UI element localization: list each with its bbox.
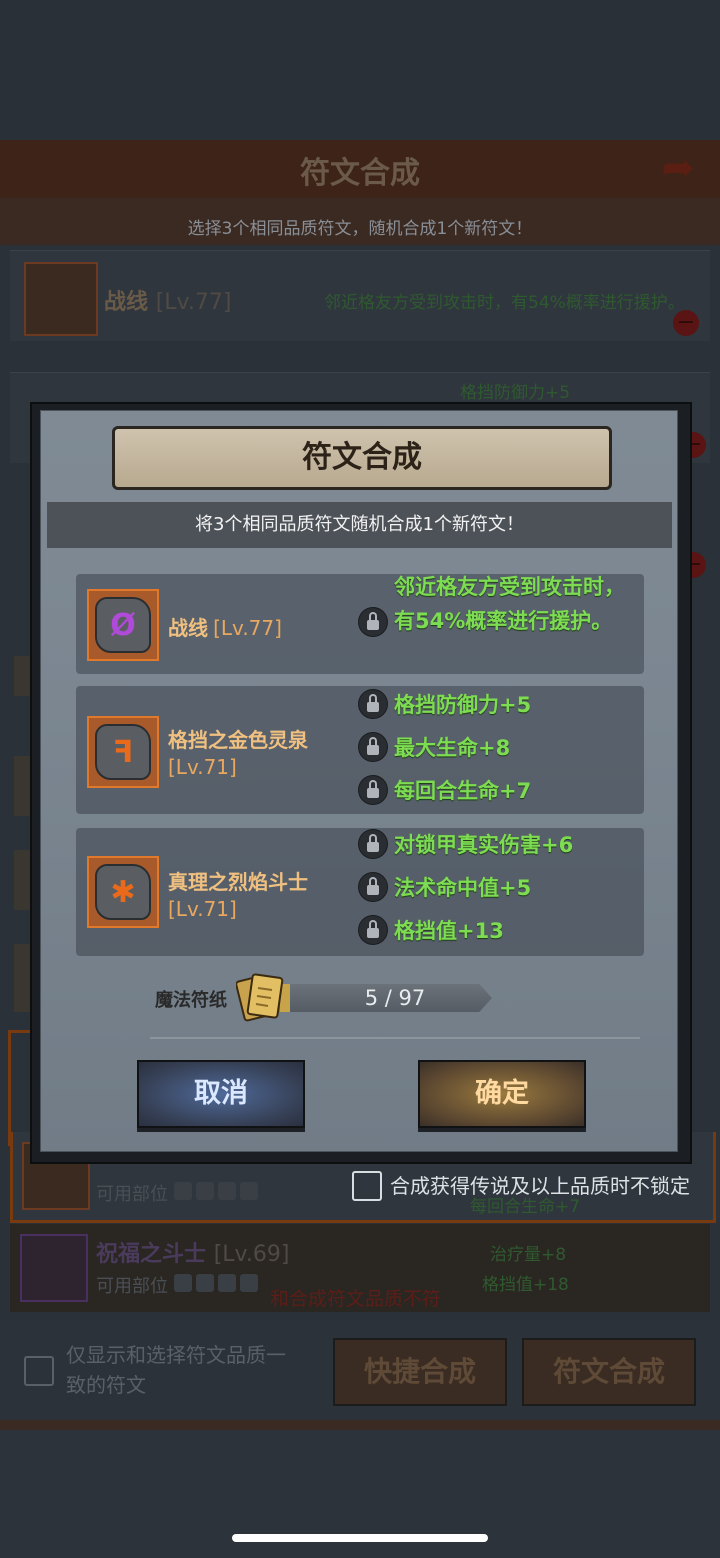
rune-effect-row: 格挡防御力+5 [358,686,531,722]
bg-rune-effect: 格挡防御力+5 [460,383,571,403]
magic-paper-count: 5 / 97 [364,986,426,1010]
magic-paper-label: 魔法符纸 [155,990,227,1011]
rune-effect: 对锁甲真实伤害+6 [394,833,574,857]
rune-compose-button[interactable]: 符文合成 [522,1338,696,1406]
rune-effect-list: 格挡防御力+5 最大生命+8 每回合生命+7 [358,686,531,808]
unlock-legendary-label: 合成获得传说及以上品质时不锁定 [390,1174,690,1198]
remove-icon[interactable]: − [673,310,699,336]
home-indicator[interactable] [232,1534,488,1542]
rune-effect-row: 每回合生命+7 [358,772,531,808]
back-arrow-icon[interactable]: ➦ [648,146,708,190]
background-title: 符文合成 [300,156,420,191]
rune-effect-row: 对锁甲真实伤害+6 [358,826,573,862]
modal-subtitle: 将3个相同品质符文随机合成1个新符文！ [47,502,672,548]
modal-divider [150,1037,640,1039]
rune-effect: 邻近格友方受到攻击时， [394,575,625,599]
unlock-legendary-checkbox[interactable] [352,1171,382,1201]
quality-mismatch-warning: 和合成符文品质不符 [270,1288,442,1310]
rune-effect-list: 对锁甲真实伤害+6 法术命中值+5 格挡值+13 [358,826,573,948]
cancel-button[interactable]: 取消 [137,1060,305,1128]
background-subtitle: 选择3个相同品质符文，随机合成1个新符文！ [187,219,533,239]
rune-effect-row: 法术命中值+5 [358,869,573,905]
rune-level: [Lv.71] [168,897,237,921]
rune-stone-icon: Ø [95,597,151,653]
modal-title: 符文合成 [112,426,612,490]
rune-slot-icon [20,1234,88,1302]
rune-title: 战线 [Lv.77] [168,612,282,641]
magic-paper-icon [236,973,284,1022]
rune-stone-icon: ✱ [95,864,151,920]
rune-level: [Lv.77] [213,616,282,640]
bg-rune-effect: 格挡值+18 [482,1275,569,1295]
rune-effect: 格挡防御力+5 [394,693,532,717]
rune-slot: Ø [87,589,159,661]
rune-name: 格挡之金色灵泉 [168,728,308,752]
available-slots: 可用部位 [96,1180,262,1206]
lock-icon[interactable] [358,607,388,637]
lock-icon[interactable] [358,775,388,805]
rune-title: 格挡之金色灵泉 [Lv.71] [168,724,348,779]
lock-icon[interactable] [358,829,388,859]
rune-effect: 有54%概率进行援护。 [394,609,613,633]
rune-effect: 最大生命+8 [394,736,511,760]
lock-icon[interactable] [358,872,388,902]
rune-effect: 每回合生命+7 [394,779,532,803]
lock-icon[interactable] [358,915,388,945]
rune-title: 真理之烈焰斗士 [Lv.71] [168,866,348,921]
bg-rune-name: 祝福之斗士 [Lv.69] [96,1242,290,1267]
lock-icon[interactable] [358,732,388,762]
available-slots: 可用部位 [96,1272,262,1298]
rune-stone-icon: ꟻ [95,724,151,780]
rune-effect-row: 格挡值+13 [358,912,573,948]
rune-slot-icon [24,262,98,336]
bg-rune-name: 战线 [Lv.77] [104,290,232,315]
filter-quality-label: 仅显示和选择符文品质一 致的符文 [66,1343,286,1397]
rune-slot: ꟻ [87,716,159,788]
bg-rune-effect: 治疗量+8 [490,1245,567,1265]
rune-level: [Lv.71] [168,755,237,779]
rune-glyph: ✱ [110,874,136,910]
bg-rune-effect: 邻近格友方受到攻击时，有54%概率进行援护。 [324,293,685,313]
rune-effect: 法术命中值+5 [394,876,532,900]
rune-effect-row: 邻近格友方受到攻击时， 有54%概率进行援护。 [358,575,625,637]
rune-name: 战线 [168,616,208,640]
rune-glyph: ꟻ [112,734,134,770]
rune-effect-row: 最大生命+8 [358,729,531,765]
filter-quality-checkbox[interactable] [24,1356,54,1386]
rune-effect: 格挡值+13 [394,919,504,943]
lock-icon[interactable] [358,689,388,719]
confirm-button[interactable]: 确定 [418,1060,586,1128]
quick-compose-button[interactable]: 快捷合成 [333,1338,507,1406]
rune-name: 真理之烈焰斗士 [168,870,308,894]
rune-glyph: Ø [110,607,136,643]
rune-slot: ✱ [87,856,159,928]
top-status-area [0,0,720,140]
